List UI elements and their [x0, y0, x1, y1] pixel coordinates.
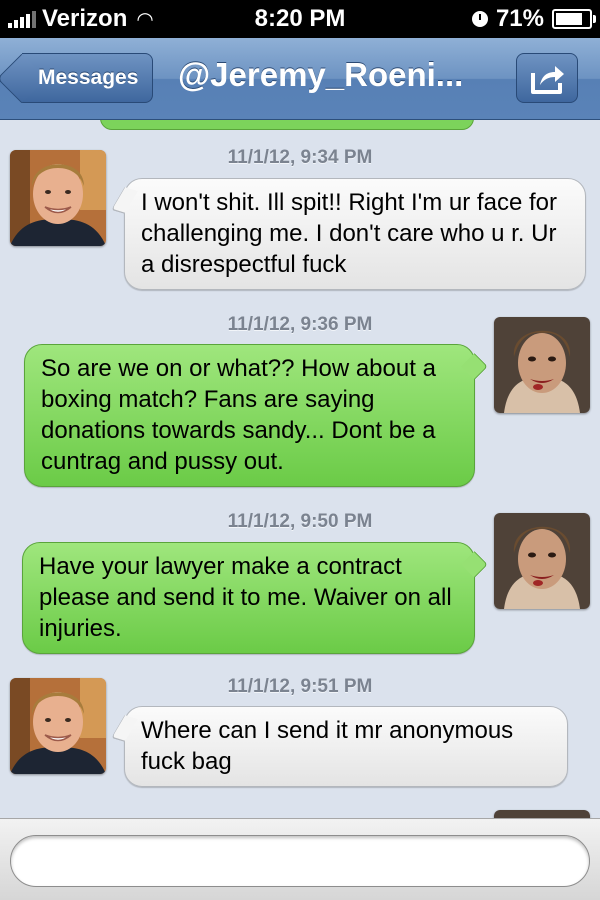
- carrier-name: Verizon: [42, 5, 128, 32]
- incoming-message-bubble[interactable]: Where can I send it mr anonymous fuck ba…: [124, 706, 568, 787]
- battery-icon: [552, 9, 596, 29]
- signal-icon: [8, 10, 36, 28]
- back-button-label: Messages: [38, 66, 139, 89]
- alarm-icon: [471, 11, 488, 27]
- contact-avatar[interactable]: [10, 678, 106, 774]
- incoming-message-bubble[interactable]: I won't shit. Ill spit!! Right I'm ur fa…: [124, 178, 586, 290]
- navigation-bar: Messages @Jeremy_Roeni...: [0, 38, 600, 120]
- message-list[interactable]: 11/1/12, 9:34 PM I won't shit. Ill spit!…: [0, 120, 600, 818]
- my-avatar-partial: [494, 810, 590, 818]
- battery-percent: 71%: [495, 5, 544, 32]
- outgoing-message-bubble[interactable]: Have your lawyer make a contract please …: [22, 542, 475, 654]
- previous-message-bubble: [100, 120, 474, 130]
- share-button[interactable]: [516, 53, 578, 103]
- contact-avatar[interactable]: [10, 150, 106, 246]
- message-input[interactable]: [10, 835, 590, 887]
- status-bar: Verizon ◠ 8:20 PM 71%: [0, 0, 600, 38]
- carrier-area: Verizon ◠: [8, 5, 153, 33]
- compose-bar: [0, 818, 600, 900]
- outgoing-message-bubble[interactable]: So are we on or what?? How about a boxin…: [24, 344, 475, 487]
- conversation-title: @Jeremy_Roeni...: [178, 56, 464, 93]
- my-avatar[interactable]: [494, 513, 590, 609]
- wifi-icon: ◠: [137, 8, 153, 31]
- battery-area: 71%: [471, 5, 596, 33]
- my-avatar[interactable]: [494, 317, 590, 413]
- back-messages-button[interactable]: Messages: [22, 53, 154, 103]
- share-icon: [531, 66, 564, 94]
